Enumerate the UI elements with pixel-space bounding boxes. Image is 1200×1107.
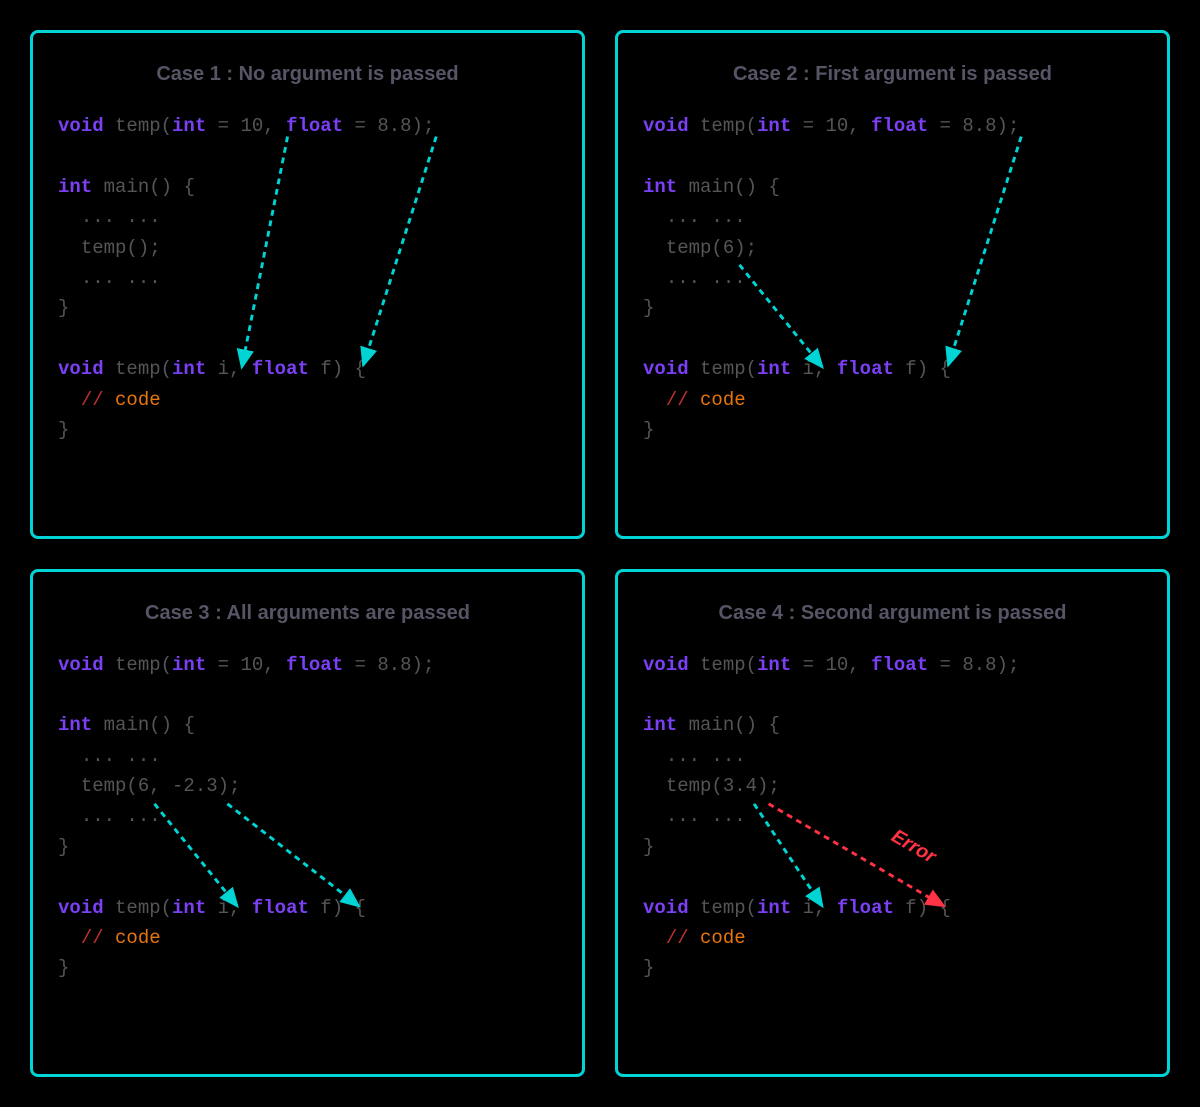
comment-slash: // (666, 927, 689, 949)
comment-slash: // (81, 389, 104, 411)
case-4-panel: Case 4 : Second argument is passed void … (615, 569, 1170, 1078)
case-2-title: Case 2 : First argument is passed (643, 63, 1142, 86)
float-kw: float (286, 115, 343, 137)
case-3-panel: Case 3 : All arguments are passed void t… (30, 569, 585, 1078)
case-1-title: Case 1 : No argument is passed (58, 63, 557, 86)
blank-line (58, 141, 557, 171)
call-line: temp(6, -2.3); (58, 771, 557, 801)
num-10: 10 (240, 115, 263, 137)
void-kw: void (643, 897, 689, 919)
comment-text: code (700, 927, 746, 949)
def-line: void temp(int i, float f) { (643, 354, 1142, 384)
void-kw: void (643, 654, 689, 676)
void-kw: void (643, 358, 689, 380)
case-3-title: Case 3 : All arguments are passed (58, 602, 557, 625)
case-4-title: Case 4 : Second argument is passed (643, 602, 1142, 625)
diagram-container: Case 1 : No argument is passed void temp… (0, 0, 1200, 1107)
float-kw: float (871, 115, 928, 137)
void-kw: void (58, 358, 104, 380)
int-kw: int (172, 358, 206, 380)
decl-line: void temp(int = 10, float = 8.8); (58, 650, 557, 680)
int-kw: int (58, 176, 92, 198)
num-88: 8.8 (377, 115, 411, 137)
void-kw: void (643, 115, 689, 137)
int-kw: int (757, 654, 791, 676)
int-kw: int (643, 714, 677, 736)
float-kw: float (837, 897, 894, 919)
float-kw: float (837, 358, 894, 380)
case-2-panel: Case 2 : First argument is passed void t… (615, 30, 1170, 539)
main-close: } (58, 293, 557, 323)
def-line: void temp(int i, float f) { (643, 893, 1142, 923)
void-kw: void (58, 115, 104, 137)
int-kw: int (757, 115, 791, 137)
dots-line: ... ... (58, 263, 557, 293)
void-kw: void (58, 897, 104, 919)
blank-line (58, 324, 557, 354)
int-kw: int (172, 115, 206, 137)
main-fn: main (104, 176, 150, 198)
int-kw: int (172, 897, 206, 919)
int-kw: int (757, 358, 791, 380)
int-kw: int (757, 897, 791, 919)
main-open: int main() { (58, 172, 557, 202)
decl-line: void temp(int = 10, float = 8.8); (643, 650, 1142, 680)
comment-text: code (115, 389, 161, 411)
comment-slash: // (666, 389, 689, 411)
comment-text: code (700, 389, 746, 411)
decl-line: void temp(int = 10, float = 8.8); (643, 111, 1142, 141)
float-kw: float (252, 897, 309, 919)
float-kw: float (252, 358, 309, 380)
call-line: temp(3.4); (643, 771, 1142, 801)
def-line: void temp(int i, float f) { (58, 893, 557, 923)
void-kw: void (58, 654, 104, 676)
dots-line: ... ... (58, 202, 557, 232)
comment-slash: // (81, 927, 104, 949)
comment-line: // code (58, 385, 557, 415)
int-kw: int (643, 176, 677, 198)
def-close: } (58, 415, 557, 445)
int-kw: int (172, 654, 206, 676)
call-line: temp(6); (643, 233, 1142, 263)
comment-text: code (115, 927, 161, 949)
def-line: void temp(int i, float f) { (58, 354, 557, 384)
decl-line: void temp(int = 10, float = 8.8); (58, 111, 557, 141)
float-kw: float (286, 654, 343, 676)
int-kw: int (58, 714, 92, 736)
call-line: temp(); (58, 233, 557, 263)
fn-name: temp (115, 115, 161, 137)
float-kw: float (871, 654, 928, 676)
case-1-panel: Case 1 : No argument is passed void temp… (30, 30, 585, 539)
